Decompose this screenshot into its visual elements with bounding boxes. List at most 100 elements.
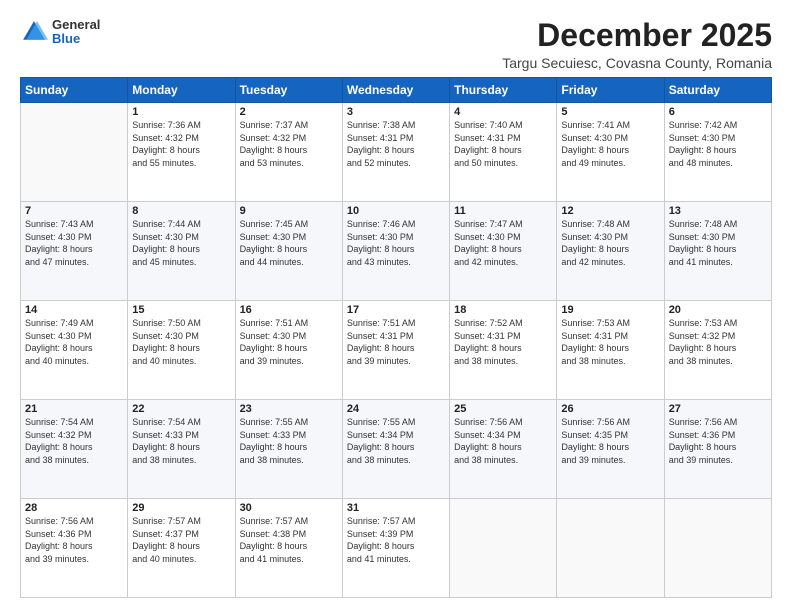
week-row-2: 14Sunrise: 7:49 AM Sunset: 4:30 PM Dayli… bbox=[21, 301, 772, 400]
calendar-cell: 23Sunrise: 7:55 AM Sunset: 4:33 PM Dayli… bbox=[235, 400, 342, 499]
header-day-sunday: Sunday bbox=[21, 78, 128, 103]
day-info: Sunrise: 7:54 AM Sunset: 4:32 PM Dayligh… bbox=[25, 416, 123, 466]
week-row-3: 21Sunrise: 7:54 AM Sunset: 4:32 PM Dayli… bbox=[21, 400, 772, 499]
calendar-cell: 10Sunrise: 7:46 AM Sunset: 4:30 PM Dayli… bbox=[342, 202, 449, 301]
day-info: Sunrise: 7:46 AM Sunset: 4:30 PM Dayligh… bbox=[347, 218, 445, 268]
day-number: 12 bbox=[561, 205, 659, 217]
day-number: 2 bbox=[240, 106, 338, 118]
day-info: Sunrise: 7:44 AM Sunset: 4:30 PM Dayligh… bbox=[132, 218, 230, 268]
day-info: Sunrise: 7:41 AM Sunset: 4:30 PM Dayligh… bbox=[561, 119, 659, 169]
day-info: Sunrise: 7:55 AM Sunset: 4:33 PM Dayligh… bbox=[240, 416, 338, 466]
day-number: 26 bbox=[561, 403, 659, 415]
day-info: Sunrise: 7:43 AM Sunset: 4:30 PM Dayligh… bbox=[25, 218, 123, 268]
calendar-cell: 25Sunrise: 7:56 AM Sunset: 4:34 PM Dayli… bbox=[450, 400, 557, 499]
header-day-thursday: Thursday bbox=[450, 78, 557, 103]
day-info: Sunrise: 7:47 AM Sunset: 4:30 PM Dayligh… bbox=[454, 218, 552, 268]
calendar-cell: 29Sunrise: 7:57 AM Sunset: 4:37 PM Dayli… bbox=[128, 499, 235, 598]
day-info: Sunrise: 7:40 AM Sunset: 4:31 PM Dayligh… bbox=[454, 119, 552, 169]
day-info: Sunrise: 7:45 AM Sunset: 4:30 PM Dayligh… bbox=[240, 218, 338, 268]
day-info: Sunrise: 7:54 AM Sunset: 4:33 PM Dayligh… bbox=[132, 416, 230, 466]
day-number: 18 bbox=[454, 304, 552, 316]
header-row: SundayMondayTuesdayWednesdayThursdayFrid… bbox=[21, 78, 772, 103]
day-info: Sunrise: 7:48 AM Sunset: 4:30 PM Dayligh… bbox=[561, 218, 659, 268]
calendar-cell: 11Sunrise: 7:47 AM Sunset: 4:30 PM Dayli… bbox=[450, 202, 557, 301]
calendar-cell: 6Sunrise: 7:42 AM Sunset: 4:30 PM Daylig… bbox=[664, 103, 771, 202]
subtitle: Targu Secuiesc, Covasna County, Romania bbox=[502, 55, 772, 71]
day-info: Sunrise: 7:38 AM Sunset: 4:31 PM Dayligh… bbox=[347, 119, 445, 169]
day-info: Sunrise: 7:56 AM Sunset: 4:36 PM Dayligh… bbox=[669, 416, 767, 466]
main-title: December 2025 bbox=[502, 18, 772, 53]
day-number: 13 bbox=[669, 205, 767, 217]
calendar-cell: 8Sunrise: 7:44 AM Sunset: 4:30 PM Daylig… bbox=[128, 202, 235, 301]
calendar-table: SundayMondayTuesdayWednesdayThursdayFrid… bbox=[20, 77, 772, 598]
day-info: Sunrise: 7:56 AM Sunset: 4:36 PM Dayligh… bbox=[25, 515, 123, 565]
day-number: 22 bbox=[132, 403, 230, 415]
day-info: Sunrise: 7:51 AM Sunset: 4:31 PM Dayligh… bbox=[347, 317, 445, 367]
calendar-cell: 2Sunrise: 7:37 AM Sunset: 4:32 PM Daylig… bbox=[235, 103, 342, 202]
day-info: Sunrise: 7:53 AM Sunset: 4:31 PM Dayligh… bbox=[561, 317, 659, 367]
week-row-0: 1Sunrise: 7:36 AM Sunset: 4:32 PM Daylig… bbox=[21, 103, 772, 202]
day-number: 11 bbox=[454, 205, 552, 217]
day-info: Sunrise: 7:36 AM Sunset: 4:32 PM Dayligh… bbox=[132, 119, 230, 169]
calendar-cell: 31Sunrise: 7:57 AM Sunset: 4:39 PM Dayli… bbox=[342, 499, 449, 598]
logo-blue: Blue bbox=[52, 32, 100, 46]
day-number: 5 bbox=[561, 106, 659, 118]
logo-text: General Blue bbox=[52, 18, 100, 47]
header-day-saturday: Saturday bbox=[664, 78, 771, 103]
calendar-cell: 13Sunrise: 7:48 AM Sunset: 4:30 PM Dayli… bbox=[664, 202, 771, 301]
day-number: 20 bbox=[669, 304, 767, 316]
calendar-cell: 24Sunrise: 7:55 AM Sunset: 4:34 PM Dayli… bbox=[342, 400, 449, 499]
calendar-cell bbox=[21, 103, 128, 202]
day-number: 10 bbox=[347, 205, 445, 217]
day-info: Sunrise: 7:37 AM Sunset: 4:32 PM Dayligh… bbox=[240, 119, 338, 169]
calendar-cell: 30Sunrise: 7:57 AM Sunset: 4:38 PM Dayli… bbox=[235, 499, 342, 598]
day-number: 8 bbox=[132, 205, 230, 217]
header: General Blue December 2025 Targu Secuies… bbox=[20, 18, 772, 71]
day-info: Sunrise: 7:57 AM Sunset: 4:39 PM Dayligh… bbox=[347, 515, 445, 565]
logo: General Blue bbox=[20, 18, 100, 47]
calendar-cell: 14Sunrise: 7:49 AM Sunset: 4:30 PM Dayli… bbox=[21, 301, 128, 400]
day-number: 1 bbox=[132, 106, 230, 118]
day-info: Sunrise: 7:55 AM Sunset: 4:34 PM Dayligh… bbox=[347, 416, 445, 466]
calendar-cell: 16Sunrise: 7:51 AM Sunset: 4:30 PM Dayli… bbox=[235, 301, 342, 400]
calendar-cell: 3Sunrise: 7:38 AM Sunset: 4:31 PM Daylig… bbox=[342, 103, 449, 202]
calendar-cell: 28Sunrise: 7:56 AM Sunset: 4:36 PM Dayli… bbox=[21, 499, 128, 598]
day-number: 3 bbox=[347, 106, 445, 118]
day-number: 28 bbox=[25, 502, 123, 514]
calendar-cell: 27Sunrise: 7:56 AM Sunset: 4:36 PM Dayli… bbox=[664, 400, 771, 499]
day-info: Sunrise: 7:49 AM Sunset: 4:30 PM Dayligh… bbox=[25, 317, 123, 367]
day-number: 4 bbox=[454, 106, 552, 118]
logo-general: General bbox=[52, 18, 100, 32]
calendar-cell: 15Sunrise: 7:50 AM Sunset: 4:30 PM Dayli… bbox=[128, 301, 235, 400]
day-number: 23 bbox=[240, 403, 338, 415]
day-number: 6 bbox=[669, 106, 767, 118]
page: General Blue December 2025 Targu Secuies… bbox=[0, 0, 792, 612]
calendar-cell: 4Sunrise: 7:40 AM Sunset: 4:31 PM Daylig… bbox=[450, 103, 557, 202]
day-info: Sunrise: 7:57 AM Sunset: 4:37 PM Dayligh… bbox=[132, 515, 230, 565]
day-number: 25 bbox=[454, 403, 552, 415]
calendar-cell: 9Sunrise: 7:45 AM Sunset: 4:30 PM Daylig… bbox=[235, 202, 342, 301]
day-number: 24 bbox=[347, 403, 445, 415]
logo-icon bbox=[20, 18, 48, 46]
calendar-cell: 26Sunrise: 7:56 AM Sunset: 4:35 PM Dayli… bbox=[557, 400, 664, 499]
calendar-cell: 1Sunrise: 7:36 AM Sunset: 4:32 PM Daylig… bbox=[128, 103, 235, 202]
calendar-cell: 20Sunrise: 7:53 AM Sunset: 4:32 PM Dayli… bbox=[664, 301, 771, 400]
day-info: Sunrise: 7:57 AM Sunset: 4:38 PM Dayligh… bbox=[240, 515, 338, 565]
day-number: 29 bbox=[132, 502, 230, 514]
day-number: 17 bbox=[347, 304, 445, 316]
calendar-cell: 7Sunrise: 7:43 AM Sunset: 4:30 PM Daylig… bbox=[21, 202, 128, 301]
calendar-cell: 22Sunrise: 7:54 AM Sunset: 4:33 PM Dayli… bbox=[128, 400, 235, 499]
day-number: 30 bbox=[240, 502, 338, 514]
header-day-monday: Monday bbox=[128, 78, 235, 103]
calendar-cell bbox=[664, 499, 771, 598]
header-day-wednesday: Wednesday bbox=[342, 78, 449, 103]
day-number: 14 bbox=[25, 304, 123, 316]
calendar: SundayMondayTuesdayWednesdayThursdayFrid… bbox=[20, 77, 772, 598]
day-number: 31 bbox=[347, 502, 445, 514]
day-number: 16 bbox=[240, 304, 338, 316]
day-info: Sunrise: 7:53 AM Sunset: 4:32 PM Dayligh… bbox=[669, 317, 767, 367]
day-info: Sunrise: 7:48 AM Sunset: 4:30 PM Dayligh… bbox=[669, 218, 767, 268]
calendar-cell: 18Sunrise: 7:52 AM Sunset: 4:31 PM Dayli… bbox=[450, 301, 557, 400]
day-info: Sunrise: 7:50 AM Sunset: 4:30 PM Dayligh… bbox=[132, 317, 230, 367]
calendar-cell bbox=[557, 499, 664, 598]
